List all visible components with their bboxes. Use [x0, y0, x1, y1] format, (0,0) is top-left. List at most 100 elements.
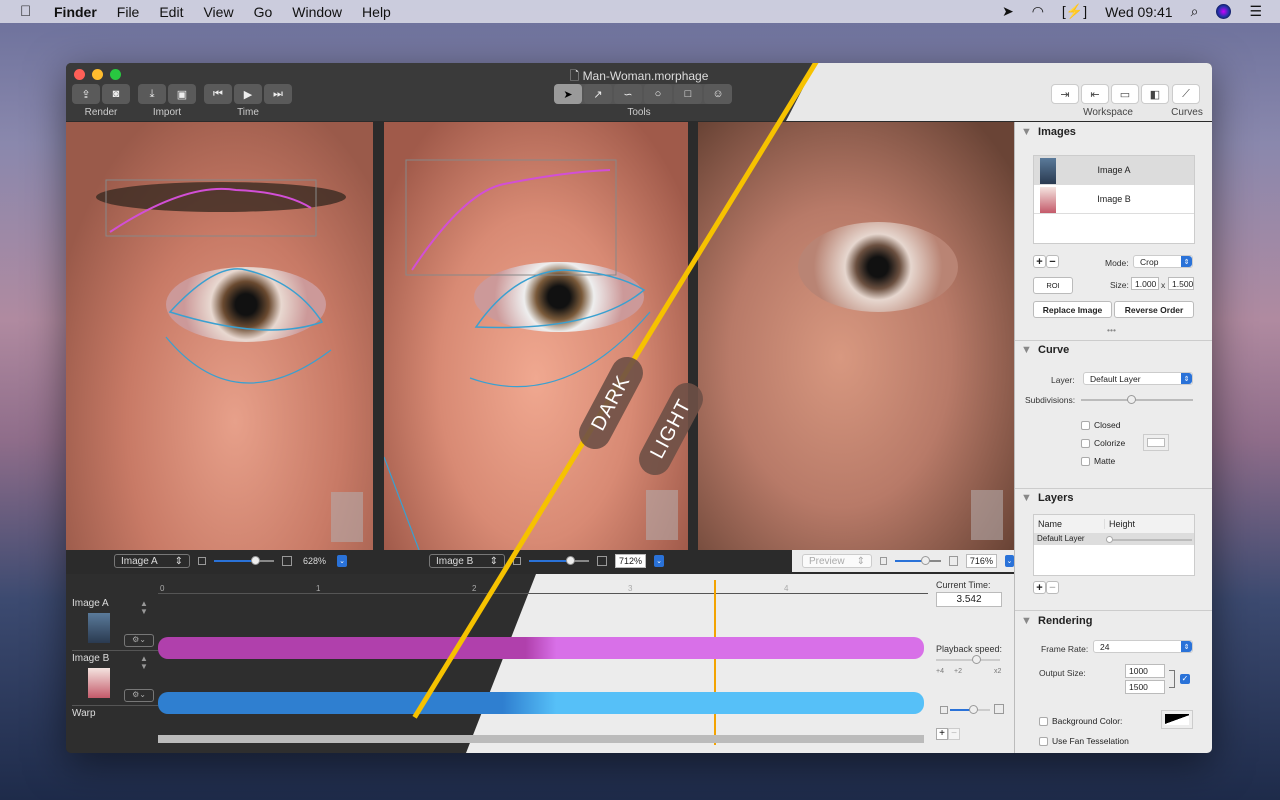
curve-overlay-b[interactable] — [384, 122, 688, 550]
add-layer-button[interactable]: + — [1033, 581, 1046, 594]
layer-row[interactable]: Default Layer — [1034, 534, 1194, 545]
rendering-section-header[interactable]: ▼ Rendering — [1021, 615, 1092, 627]
playback-speed-slider[interactable] — [936, 654, 1000, 666]
col-height-header[interactable]: Height — [1104, 519, 1135, 529]
layers-table[interactable]: Name Height Default Layer — [1033, 514, 1195, 576]
go-end-button[interactable]: ⏭ — [264, 84, 292, 104]
curve-bounding-box[interactable] — [405, 159, 617, 276]
menu-file[interactable]: File — [117, 4, 140, 20]
workspace-right-button[interactable]: ⇤ — [1081, 84, 1109, 104]
pane-a-zoom-slider[interactable] — [214, 555, 274, 567]
output-width-field[interactable]: 1000 — [1125, 664, 1165, 678]
pane-b-zoom-value[interactable]: 712% — [615, 554, 647, 568]
colorize-color-well[interactable] — [1143, 434, 1169, 451]
add-image-button[interactable]: + — [1033, 255, 1046, 268]
menu-go[interactable]: Go — [254, 4, 273, 20]
current-time-field[interactable]: 3.542 — [936, 592, 1002, 607]
eye-curve[interactable] — [168, 268, 324, 331]
track-image-a-bar[interactable] — [158, 637, 924, 659]
pane-image-b[interactable] — [384, 122, 688, 550]
background-color-well[interactable] — [1161, 710, 1193, 729]
apple-icon[interactable]:  — [20, 3, 38, 20]
control-center-icon[interactable]: ☰ — [1249, 3, 1262, 20]
pane-b-zoom-dropdown[interactable]: ⌄ — [654, 555, 665, 567]
pane-a-zoom-value[interactable]: 628% — [300, 554, 329, 568]
snapshot-button[interactable]: ◙ — [102, 84, 130, 104]
curves-button[interactable]: ⟋ — [1172, 84, 1200, 104]
zoom-in-icon[interactable] — [597, 556, 607, 566]
under-eye-curve[interactable] — [165, 336, 332, 384]
add-track-button[interactable]: + — [936, 728, 948, 740]
track-image-b-bar[interactable] — [158, 692, 924, 714]
workspace-bottom-button[interactable]: ▭ — [1111, 84, 1139, 104]
image-a-select[interactable]: Image A ⇕ — [114, 554, 190, 568]
pane-a-zoom-dropdown[interactable]: ⌄ — [337, 555, 348, 567]
menu-edit[interactable]: Edit — [159, 4, 183, 20]
menu-app[interactable]: Finder — [54, 4, 97, 20]
eyebrow-curve[interactable] — [411, 169, 611, 271]
roi-button[interactable]: ROI — [1033, 277, 1073, 294]
pane-b-zoom-slider[interactable] — [529, 555, 589, 567]
reorder-arrows-icon[interactable]: ▲ ▼ — [140, 655, 148, 671]
image-list-item[interactable]: Image A — [1034, 156, 1194, 185]
frame-rate-select[interactable]: 24 ⇕ — [1093, 640, 1193, 653]
track-image-b-gear-button[interactable]: ⚙⌄ — [124, 689, 154, 702]
curve-bounding-box[interactable] — [105, 179, 317, 237]
layer-height-slider[interactable] — [1106, 536, 1192, 543]
images-section-header[interactable]: ▼ Images — [1021, 126, 1076, 138]
more-indicator[interactable]: ••• — [1107, 325, 1116, 335]
timeline-ruler[interactable]: 0 1 2 3 4 — [158, 578, 928, 594]
remove-image-button[interactable]: − — [1046, 255, 1059, 268]
battery-charging-icon[interactable]: [⚡] — [1062, 3, 1087, 20]
timeline-zoom-slider[interactable] — [950, 704, 990, 716]
image-list-item[interactable]: Image B — [1034, 185, 1194, 214]
import-images-button[interactable]: ▣ — [168, 84, 196, 104]
images-list[interactable]: Image A Image B — [1033, 155, 1195, 244]
matte-checkbox[interactable]: Matte — [1081, 456, 1115, 466]
search-icon[interactable]: ⌕ — [1191, 3, 1199, 20]
zoom-in-icon[interactable] — [948, 556, 958, 566]
eye-curve[interactable] — [474, 269, 646, 329]
zoom-in-icon[interactable] — [282, 556, 292, 566]
eyebrow-curve[interactable] — [109, 187, 312, 233]
preview-select[interactable]: Preview ⇕ — [802, 554, 873, 568]
jaw-curve[interactable] — [384, 456, 420, 550]
siri-icon[interactable] — [1216, 4, 1232, 19]
wifi-icon[interactable]: ◠ — [1032, 3, 1044, 20]
warp-bar[interactable] — [158, 735, 924, 743]
location-icon[interactable]: ➤ — [1002, 3, 1014, 20]
preview-zoom-value[interactable]: 716% — [965, 554, 997, 568]
closed-checkbox[interactable]: Closed — [1081, 420, 1120, 430]
colorize-checkbox[interactable]: Colorize — [1081, 438, 1125, 448]
workspace-left-button[interactable]: ⇥ — [1051, 84, 1079, 104]
reorder-arrows-icon[interactable]: ▲ ▼ — [140, 600, 148, 616]
thumbnail-overlay[interactable] — [646, 490, 678, 540]
tool-circle[interactable]: ○ — [644, 84, 672, 104]
workspace-sidebar-button[interactable]: ◧ — [1141, 84, 1169, 104]
col-name-header[interactable]: Name — [1038, 519, 1062, 529]
zoom-out-icon[interactable] — [880, 557, 888, 565]
preview-zoom-slider[interactable] — [895, 555, 941, 567]
subdivisions-slider[interactable] — [1081, 394, 1193, 406]
curve-overlay-a[interactable] — [66, 122, 373, 550]
playhead[interactable] — [714, 580, 716, 745]
play-button[interactable]: ▶ — [234, 84, 262, 104]
preview-zoom-dropdown[interactable]: ⌄ — [1004, 555, 1014, 567]
remove-track-button[interactable]: − — [948, 728, 960, 740]
curve-section-header[interactable]: ▼ Curve — [1021, 344, 1069, 356]
tool-face[interactable]: ☺ — [704, 84, 732, 104]
import-button[interactable]: ⤓ — [138, 84, 166, 104]
aspect-lock-checkbox[interactable]: ✓ — [1180, 674, 1190, 684]
layer-select[interactable]: Default Layer ⇕ — [1083, 372, 1193, 385]
pane-image-a[interactable] — [66, 122, 373, 550]
timeline-zoom-out-icon[interactable] — [940, 706, 948, 714]
clock[interactable]: Wed 09:41 — [1105, 4, 1172, 20]
fan-tesselation-checkbox[interactable]: Use Fan Tesselation — [1039, 736, 1129, 746]
tool-pen[interactable]: ↗ — [584, 84, 612, 104]
replace-image-button[interactable]: Replace Image — [1033, 301, 1112, 318]
reverse-order-button[interactable]: Reverse Order — [1114, 301, 1194, 318]
export-button[interactable]: ⇪ — [72, 84, 100, 104]
tool-select[interactable]: ➤ — [554, 84, 582, 104]
menu-window[interactable]: Window — [292, 4, 342, 20]
preview-canvas[interactable] — [698, 122, 1014, 550]
